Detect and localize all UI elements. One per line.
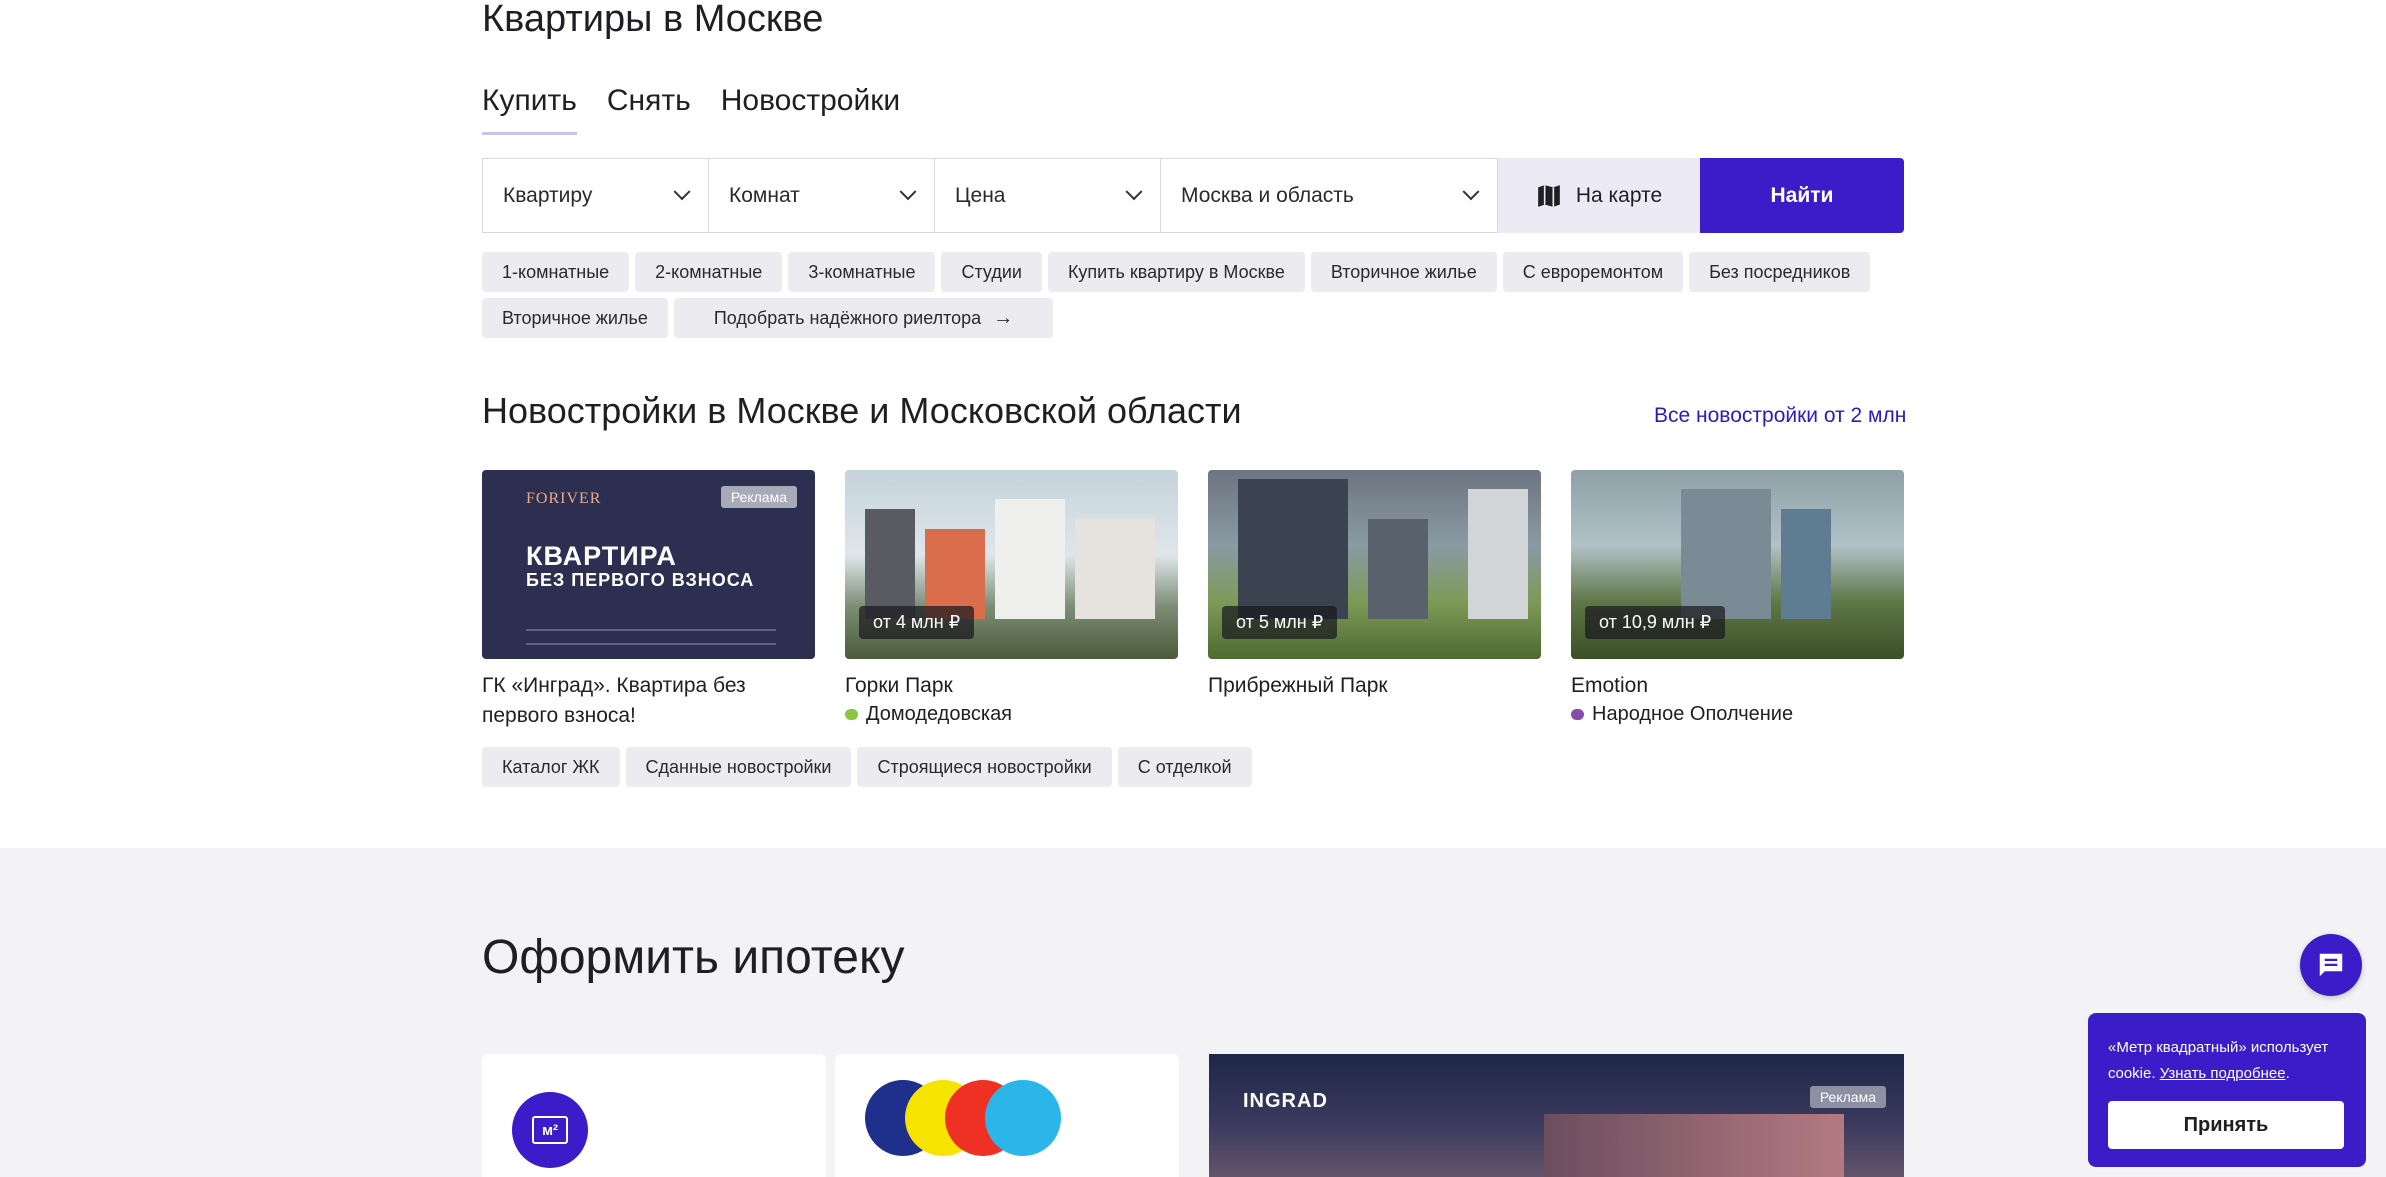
map-button-label: На карте [1575, 183, 1663, 207]
m2-logo-icon: м² [512, 1092, 588, 1168]
ad-badge: Реклама [1809, 1086, 1886, 1108]
ad-badge: Реклама [720, 486, 797, 508]
rooms-value: Комнат [729, 183, 800, 207]
card-image: от 5 млн ₽ [1208, 470, 1541, 659]
building-shape [1075, 519, 1155, 619]
building-shape [1238, 479, 1348, 619]
cookie-more-link[interactable]: Узнать подробнее [2160, 1065, 2286, 1082]
price-select[interactable]: Цена [934, 158, 1160, 233]
all-new-buildings-link[interactable]: Все новостройки от 2 млн [1654, 404, 1906, 428]
new-buildings-title: Новостройки в Москве и Московской област… [482, 390, 1242, 431]
chip-catalog[interactable]: Каталог ЖК [482, 747, 620, 787]
ad-headline-main: КВАРТИРА [526, 541, 677, 571]
chevron-down-icon [1125, 182, 1143, 200]
foriver-logo: FORIVER [526, 490, 602, 507]
chevron-down-icon [899, 182, 917, 200]
bank-logo-icon [985, 1080, 1061, 1156]
price-badge: от 10,9 млн ₽ [1585, 606, 1726, 639]
mortgage-section [0, 848, 2386, 1177]
rooms-select[interactable]: Комнат [708, 158, 934, 233]
chip-euro-renovation[interactable]: С евроремонтом [1502, 252, 1684, 292]
ingrad-logo: INGRAD [1243, 1090, 1328, 1112]
metro-icon [1571, 709, 1584, 720]
building-shape [1368, 519, 1428, 619]
deal-tabs: Купить Снять Новостройки [482, 84, 900, 135]
price-badge: от 4 млн ₽ [859, 606, 975, 639]
chip-secondary-2[interactable]: Вторичное жилье [482, 298, 668, 338]
page-title: Квартиры в Москве [482, 0, 824, 40]
map-button[interactable]: На карте [1498, 158, 1700, 233]
card-image: от 4 млн ₽ [845, 470, 1178, 659]
metro-name: Народное Ополчение [1592, 703, 1794, 725]
ad-banner-image: FORIVER Реклама КВАРТИРА БЕЗ ПЕРВОГО ВЗН… [482, 470, 815, 659]
cookie-accept-button[interactable]: Принять [2108, 1101, 2344, 1149]
cookie-banner: «Метр квадратный» использует cookie. Узн… [2088, 1013, 2366, 1167]
map-icon [1538, 184, 1560, 207]
tab-buy[interactable]: Купить [482, 84, 577, 135]
metro-station: Домодедовская [845, 703, 1178, 726]
mortgage-card-banks[interactable] [835, 1054, 1179, 1177]
card-name: Прибрежный Парк [1208, 674, 1388, 697]
building-shape [1681, 489, 1771, 619]
find-button[interactable]: Найти [1700, 158, 1904, 233]
building-shape [1781, 509, 1831, 619]
m2-logo-mark: м² [532, 1116, 568, 1144]
price-badge: от 5 млн ₽ [1222, 606, 1338, 639]
mortgage-card-m2[interactable]: м² [482, 1054, 826, 1177]
mortgage-title: Оформить ипотеку [482, 931, 905, 984]
chip-1-room[interactable]: 1-комнатные [482, 252, 630, 292]
building-shape [1468, 489, 1528, 619]
new-buildings-chips: Каталог ЖК Сданные новостройки Строящиес… [482, 747, 1252, 787]
chat-icon [2319, 953, 2343, 977]
property-type-select[interactable]: Квартиру [482, 158, 708, 233]
chevron-down-icon [673, 182, 691, 200]
chip-2-room[interactable]: 2-комнатные [635, 252, 783, 292]
arrow-right-icon: → [993, 306, 1014, 329]
card-name: Emotion [1571, 674, 1649, 697]
search-bar: Квартиру Комнат Цена Москва и область На… [482, 158, 1904, 233]
ad-headline-sub: БЕЗ ПЕРВОГО ВЗНОСА [526, 570, 755, 590]
metro-icon [845, 709, 858, 720]
price-value: Цена [955, 183, 1006, 207]
card-emotion[interactable]: от 10,9 млн ₽ Emotion Народное Ополчение [1571, 470, 1904, 731]
metro-station: Народное Ополчение [1571, 703, 1904, 726]
chip-with-finishing[interactable]: С отделкой [1117, 747, 1252, 787]
region-select[interactable]: Москва и область [1160, 158, 1498, 233]
chip-completed[interactable]: Сданные новостройки [625, 747, 852, 787]
card-name: Горки Парк [845, 674, 953, 697]
new-buildings-cards: FORIVER Реклама КВАРТИРА БЕЗ ПЕРВОГО ВЗН… [482, 470, 1904, 731]
chip-secondary[interactable]: Вторичное жилье [1310, 252, 1497, 292]
metro-name: Домодедовская [866, 703, 1013, 725]
property-type-value: Квартиру [503, 183, 593, 207]
ad-headline: КВАРТИРА БЕЗ ПЕРВОГО ВЗНОСА [526, 541, 755, 592]
ad-fine-print [526, 629, 776, 645]
card-image: от 10,9 млн ₽ [1571, 470, 1904, 659]
building-shape [995, 499, 1065, 619]
tab-new-buildings[interactable]: Новостройки [721, 84, 900, 135]
chip-3-room[interactable]: 3-комнатные [788, 252, 936, 292]
bank-logos [865, 1080, 1065, 1156]
chip-no-agents[interactable]: Без посредников [1689, 252, 1871, 292]
ingrad-ad-banner[interactable]: INGRAD Реклама [1209, 1054, 1904, 1177]
cookie-text: «Метр квадратный» использует cookie. Узн… [2108, 1039, 2329, 1082]
chip-buy-moscow[interactable]: Купить квартиру в Москве [1047, 252, 1305, 292]
chat-button[interactable] [2300, 934, 2362, 996]
chip-under-construction[interactable]: Строящиеся новостройки [857, 747, 1112, 787]
tab-rent[interactable]: Снять [607, 84, 691, 135]
card-pribrezhny-park[interactable]: от 5 млн ₽ Прибрежный Парк [1208, 470, 1541, 731]
region-value: Москва и область [1181, 183, 1354, 207]
chip-studios[interactable]: Студии [941, 252, 1042, 292]
building-shape [865, 509, 915, 619]
chip-find-realtor-label: Подобрать надёжного риелтора [713, 307, 982, 328]
chevron-down-icon [1462, 182, 1480, 200]
card-name: ГК «Инград». Квартира без первого взноса… [482, 674, 746, 727]
card-gorki-park[interactable]: от 4 млн ₽ Горки Парк Домодедовская [845, 470, 1178, 731]
building-shape [1544, 1114, 1844, 1177]
quick-filters: 1-комнатные 2-комнатные 3-комнатные Студ… [482, 252, 1912, 338]
chip-find-realtor[interactable]: Подобрать надёжного риелтора → [673, 298, 1054, 338]
card-ad-ingrad[interactable]: FORIVER Реклама КВАРТИРА БЕЗ ПЕРВОГО ВЗН… [482, 470, 815, 731]
